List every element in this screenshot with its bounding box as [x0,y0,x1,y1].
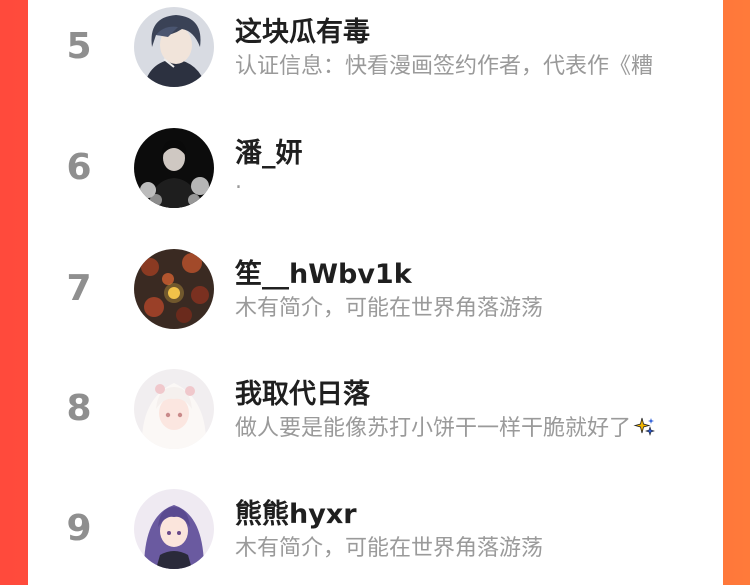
autumn-leaves-avatar-image [134,249,214,329]
rank-number: 5 [66,26,92,67]
avatar[interactable] [134,7,214,87]
user-bio-text: 做人要是能像苏打小饼干一样干脆就好了 [235,416,632,441]
purple-haired-girl-avatar-image [134,489,214,569]
user-name[interactable]: 熊熊hyxr [235,492,357,531]
avatar[interactable] [134,489,214,569]
list-item[interactable]: 5 这块瓜有毒 认证信息：快看漫画签约作者，代表作《糟 [28,0,723,120]
white-haired-girl-avatar-image [134,369,214,449]
dark-haired-boy-avatar-image [134,7,214,87]
rank-number: 9 [66,508,92,549]
ranking-list: 5 这块瓜有毒 认证信息：快看漫画签约作者，代表作《糟 6 潘_妍 . 7 笙_… [28,0,723,585]
user-name[interactable]: 潘_妍 [235,131,303,170]
avatar[interactable] [134,369,214,449]
rank-number: 7 [66,268,92,309]
sparkles-icon [633,415,657,439]
list-item[interactable]: 7 笙__hWbv1k 木有简介，可能在世界角落游荡 [28,242,723,362]
user-bio: 做人要是能像苏打小饼干一样干脆就好了 [235,410,705,442]
avatar[interactable] [134,249,214,329]
rank-number: 8 [66,388,92,429]
list-item[interactable]: 6 潘_妍 . [28,121,723,241]
rank-number: 6 [66,147,92,188]
list-item[interactable]: 8 我取代日落 做人要是能像苏打小饼干一样干脆就好了 [28,362,723,482]
user-bio: . [235,169,242,194]
avatar[interactable] [134,128,214,208]
user-bio: 认证信息：快看漫画签约作者，代表作《糟 [235,54,654,79]
user-name[interactable]: 这块瓜有毒 [235,10,370,49]
dark-portrait-avatar-image [134,128,214,208]
user-name[interactable]: 笙__hWbv1k [235,252,412,291]
user-bio: 木有简介，可能在世界角落游荡 [235,296,544,321]
list-item[interactable]: 9 熊熊hyxr 木有简介，可能在世界角落游荡 [28,482,723,585]
user-bio: 木有简介，可能在世界角落游荡 [235,536,544,561]
user-name[interactable]: 我取代日落 [235,372,370,411]
